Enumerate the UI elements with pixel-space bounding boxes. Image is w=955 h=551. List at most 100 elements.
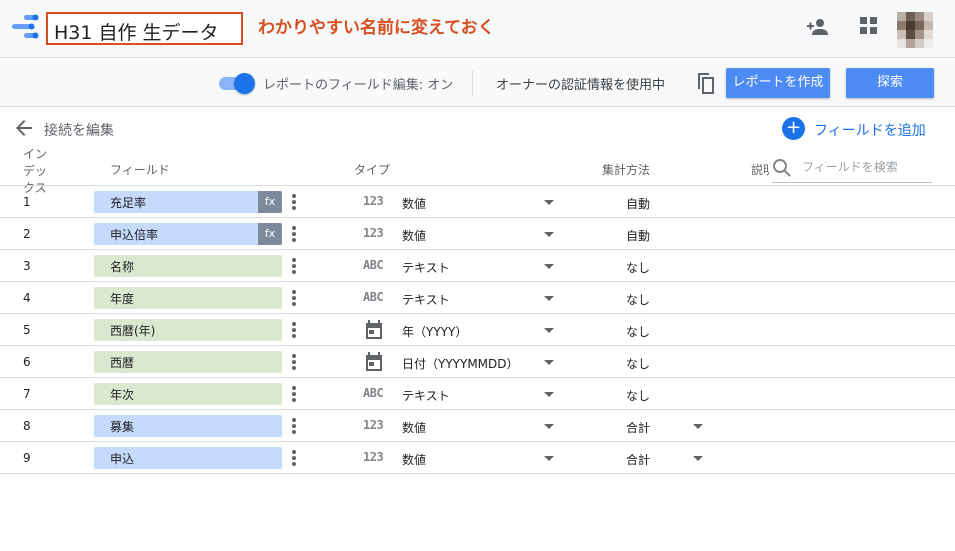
field-search-input[interactable] (802, 157, 930, 177)
row-index: 2 (23, 227, 31, 241)
aggregation-value: なし (626, 325, 651, 339)
field-name-chip[interactable]: 名称 (94, 255, 282, 277)
field-type-value[interactable]: 数値 (402, 195, 426, 212)
toolbar-divider (472, 70, 473, 96)
field-type-value[interactable]: テキスト (402, 387, 450, 404)
owner-credentials-status[interactable]: オーナーの認証情報を使用中 (496, 74, 665, 93)
number-icon: 123 (363, 194, 384, 208)
field-name[interactable]: 充足率 (110, 194, 146, 211)
field-name[interactable]: 年次 (110, 386, 134, 403)
copy-icon[interactable] (694, 70, 718, 96)
field-type-value[interactable]: 日付（YYYYMMDD） (402, 355, 519, 372)
field-type-value[interactable]: 数値 (402, 419, 426, 436)
type-dropdown-caret-icon[interactable] (544, 392, 554, 397)
type-dropdown-caret-icon[interactable] (544, 296, 554, 301)
add-field-plus-icon[interactable]: + (782, 117, 805, 140)
type-dropdown-caret-icon[interactable] (544, 456, 554, 461)
row-index: 9 (23, 451, 31, 465)
user-avatar[interactable] (897, 12, 933, 48)
aggregation-dropdown-caret-icon[interactable] (693, 424, 703, 429)
field-name-chip[interactable]: 募集 (94, 415, 282, 437)
table-row: 9 申込 123 数値 合計 (0, 442, 955, 474)
type-dropdown-caret-icon[interactable] (544, 424, 554, 429)
field-name[interactable]: 名称 (110, 258, 134, 275)
type-dropdown-caret-icon[interactable] (544, 232, 554, 237)
column-header-aggregation[interactable]: 集計方法 (602, 161, 650, 178)
share-add-person-icon[interactable] (806, 16, 830, 38)
number-icon: 123 (363, 418, 384, 432)
more-vert-icon[interactable] (290, 257, 298, 275)
table-row: 2 申込倍率 fx 123 数値 自動 (0, 218, 955, 250)
field-name-chip[interactable]: 西暦(年) (94, 319, 282, 341)
data-source-title[interactable]: H31 自作 生データ (54, 18, 219, 45)
text-icon: ABC (363, 290, 384, 304)
edit-connection-link[interactable]: 接続を編集 (44, 120, 114, 140)
row-index: 8 (23, 419, 31, 433)
add-field-button[interactable]: フィールドを追加 (814, 120, 926, 140)
field-type-value[interactable]: 数値 (402, 227, 426, 244)
more-vert-icon[interactable] (290, 225, 298, 243)
table-row: 6 西暦 日付（YYYYMMDD） なし (0, 346, 955, 378)
field-name-chip[interactable]: 年度 (94, 287, 282, 309)
field-name[interactable]: 申込 (110, 450, 134, 467)
number-icon: 123 (363, 450, 384, 464)
search-icon[interactable] (772, 158, 792, 178)
type-dropdown-caret-icon[interactable] (544, 328, 554, 333)
field-name-chip[interactable]: 申込 (94, 447, 282, 469)
type-dropdown-caret-icon[interactable] (544, 360, 554, 365)
type-dropdown-caret-icon[interactable] (544, 200, 554, 205)
toolbar: レポートのフィールド編集: オン オーナーの認証情報を使用中 レポートを作成 探… (0, 59, 955, 107)
field-name-chip[interactable]: 西暦 (94, 351, 282, 373)
table-row: 8 募集 123 数値 合計 (0, 410, 955, 442)
row-index: 3 (23, 259, 31, 273)
field-edit-toggle[interactable] (219, 73, 255, 94)
data-studio-logo-icon[interactable] (10, 14, 42, 40)
apps-grid-icon[interactable] (860, 17, 880, 37)
field-name[interactable]: 申込倍率 (110, 226, 158, 243)
field-type-value[interactable]: 数値 (402, 451, 426, 468)
column-header-type[interactable]: タイプ (354, 161, 390, 178)
more-vert-icon[interactable] (290, 417, 298, 435)
text-icon: ABC (363, 258, 384, 272)
more-vert-icon[interactable] (290, 353, 298, 371)
field-name-chip[interactable]: 申込倍率 fx (94, 223, 282, 245)
aggregation-dropdown-caret-icon[interactable] (693, 456, 703, 461)
field-name-chip[interactable]: 年次 (94, 383, 282, 405)
row-index: 4 (23, 291, 31, 305)
more-vert-icon[interactable] (290, 449, 298, 467)
table-row: 4 年度 ABC テキスト なし (0, 282, 955, 314)
field-search (772, 152, 932, 183)
aggregation-value[interactable]: 合計 (626, 419, 650, 436)
fields-table: 1 充足率 fx 123 数値 自動 2 申込倍率 fx 123 数値 自動 3 名称 ABC テキスト なし 4… (0, 186, 955, 474)
more-vert-icon[interactable] (290, 385, 298, 403)
create-report-button[interactable]: レポートを作成 (726, 68, 830, 98)
column-header-field[interactable]: フィールド (110, 161, 170, 178)
field-name[interactable]: 西暦 (110, 354, 134, 371)
field-type-value[interactable]: テキスト (402, 259, 450, 276)
table-row: 5 西暦(年) 年（YYYY） なし (0, 314, 955, 346)
field-edit-toggle-label: レポートのフィールド編集: オン (263, 78, 454, 93)
aggregation-value: 自動 (626, 229, 651, 243)
row-index: 7 (23, 387, 31, 401)
table-row: 1 充足率 fx 123 数値 自動 (0, 186, 955, 218)
field-name[interactable]: 募集 (110, 418, 134, 435)
more-vert-icon[interactable] (290, 193, 298, 211)
field-type-value[interactable]: テキスト (402, 291, 450, 308)
explore-button[interactable]: 探索 (846, 68, 934, 98)
type-dropdown-caret-icon[interactable] (544, 264, 554, 269)
calculated-field-fx-icon[interactable]: fx (258, 191, 282, 213)
calendar-icon (366, 352, 382, 371)
row-index: 1 (23, 195, 31, 209)
data-source-title-box[interactable]: H31 自作 生データ (46, 12, 243, 45)
field-name[interactable]: 年度 (110, 290, 134, 307)
field-name[interactable]: 西暦(年) (110, 322, 155, 339)
text-icon: ABC (363, 386, 384, 400)
toggle-knob (234, 73, 255, 94)
more-vert-icon[interactable] (290, 321, 298, 339)
field-type-value[interactable]: 年（YYYY） (402, 323, 467, 340)
back-arrow-icon[interactable] (14, 118, 34, 138)
more-vert-icon[interactable] (290, 289, 298, 307)
aggregation-value[interactable]: 合計 (626, 451, 650, 468)
field-name-chip[interactable]: 充足率 fx (94, 191, 282, 213)
calculated-field-fx-icon[interactable]: fx (258, 223, 282, 245)
